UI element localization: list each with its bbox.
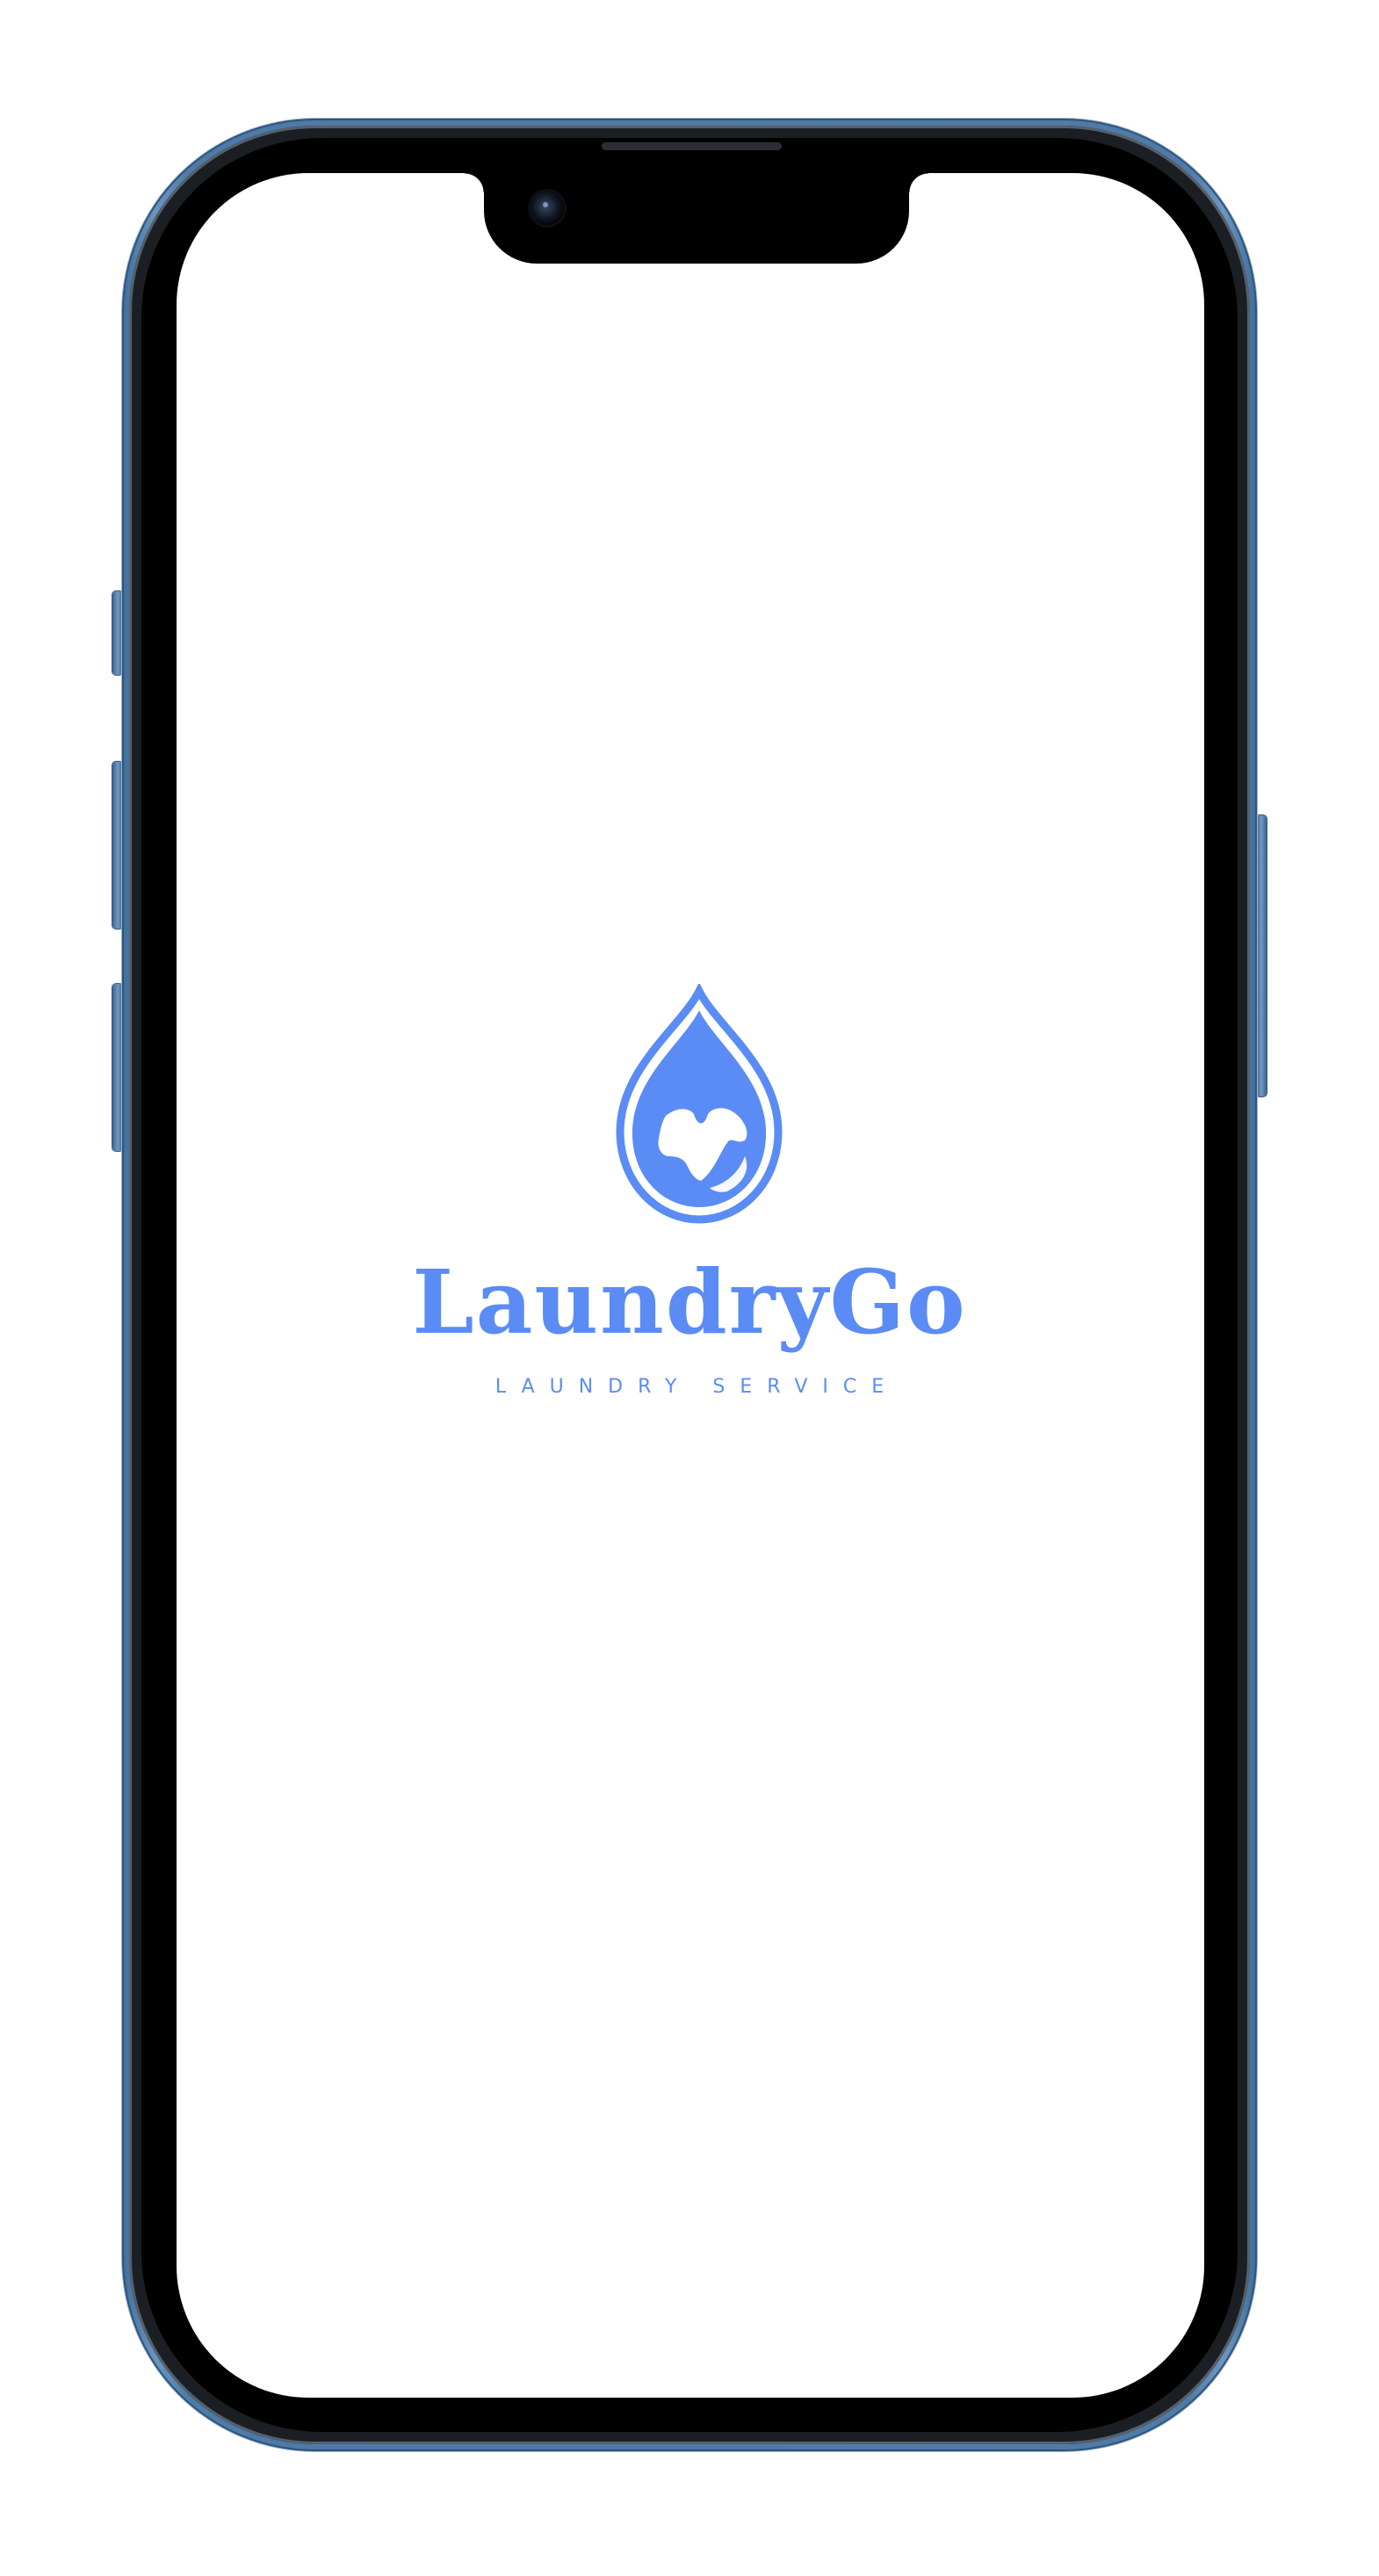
front-camera-icon <box>531 192 564 225</box>
water-drop-shirt-icon <box>616 984 783 1224</box>
notch <box>465 173 928 264</box>
brand-tagline: LAUNDRY SERVICE <box>495 1376 899 1398</box>
power-button <box>1256 815 1267 1096</box>
earpiece-speaker <box>602 142 782 150</box>
brand-name: LaundryGo <box>412 1250 967 1354</box>
splash-stage: LaundryGo LAUNDRY SERVICE <box>0 0 1379 2576</box>
